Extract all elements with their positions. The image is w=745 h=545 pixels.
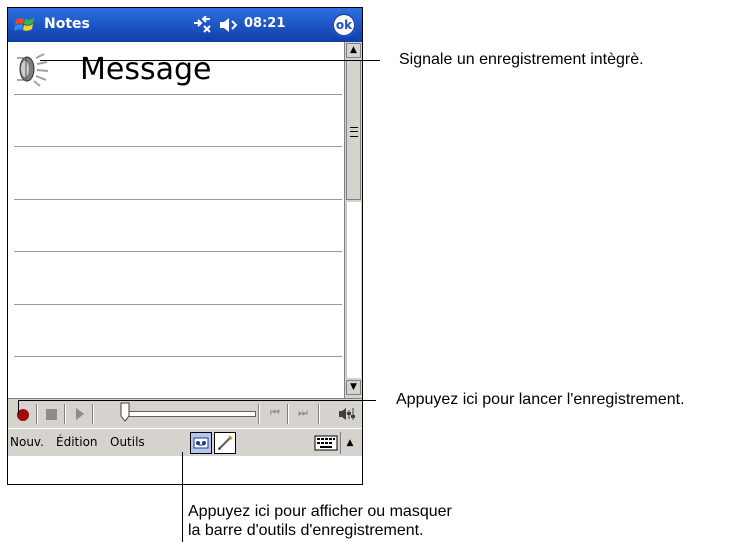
skip-forward-icon[interactable]: ⏭ — [292, 406, 314, 422]
toolbar-separator — [258, 404, 260, 424]
play-button[interactable] — [68, 403, 90, 425]
skip-back-icon[interactable]: ⏮ — [264, 406, 286, 422]
keyboard-icon[interactable] — [314, 435, 338, 451]
menu-edit[interactable]: Édition — [56, 435, 98, 449]
toolbar-separator — [318, 404, 320, 424]
callout-toggle-line2: la barre d'outils d'enregistrement. — [188, 522, 424, 539]
scroll-grip-icon — [350, 127, 358, 137]
pocketpc-screen: Notes 08:21 ok Message ▲ ▼ ⏮ ⏭ Nouv. Édi… — [7, 7, 363, 485]
callout-embedded-recording: Signale un enregistrement intègrè. — [399, 51, 644, 68]
callout-line-embedded — [40, 60, 380, 61]
menu-bar: Nouv. Édition Outils ▲ — [8, 428, 362, 456]
title-bar: Notes 08:21 ok — [8, 8, 362, 42]
callout-line-record-ext — [352, 400, 376, 401]
pen-icon — [218, 435, 233, 450]
stop-icon — [46, 409, 57, 420]
recording-toolbar-icon — [193, 437, 209, 449]
menu-new[interactable]: Nouv. — [10, 435, 44, 449]
callout-line-record — [18, 400, 19, 414]
windows-start-icon[interactable] — [13, 13, 39, 37]
volume-icon[interactable] — [218, 17, 240, 33]
stop-button[interactable] — [40, 403, 62, 425]
position-slider-track[interactable] — [124, 411, 256, 417]
speaker-icon[interactable] — [14, 52, 54, 88]
ruled-line — [14, 94, 342, 95]
position-slider-knob[interactable] — [120, 402, 130, 422]
ok-button[interactable]: ok — [332, 13, 356, 37]
toolbar-separator — [36, 404, 38, 424]
ruled-line — [14, 199, 342, 200]
menu-tools[interactable]: Outils — [110, 435, 145, 449]
scroll-down-arrow[interactable]: ▼ — [346, 380, 361, 395]
recording-toolbar-toggle[interactable] — [190, 432, 212, 454]
scroll-up-arrow[interactable]: ▲ — [346, 43, 361, 58]
recording-toolbar: ⏮ ⏭ — [8, 398, 362, 428]
ruled-line — [14, 146, 342, 147]
note-area[interactable]: Message — [8, 42, 344, 398]
ruled-line — [14, 304, 342, 305]
clock[interactable]: 08:21 — [244, 16, 285, 31]
record-button[interactable] — [12, 403, 34, 425]
callout-line-record-h — [18, 400, 352, 401]
play-icon — [76, 408, 84, 420]
vertical-scrollbar[interactable]: ▲ ▼ — [344, 42, 362, 398]
scroll-track[interactable] — [346, 202, 361, 378]
pen-button[interactable] — [214, 432, 236, 454]
connectivity-icon[interactable] — [192, 16, 214, 34]
device-bottom — [8, 456, 362, 484]
app-title: Notes — [44, 16, 90, 32]
toolbar-separator — [64, 404, 66, 424]
scroll-thumb[interactable] — [346, 60, 361, 200]
note-text[interactable]: Message — [80, 52, 211, 87]
sip-menu-arrow[interactable]: ▲ — [340, 432, 359, 454]
callout-start-recording: Appuyez ici pour lancer l'enregistrement… — [396, 391, 685, 408]
toolbar-separator — [92, 404, 94, 424]
callout-toggle-line1: Appuyez ici pour afficher ou masquer — [188, 503, 452, 520]
callout-line-toggle — [182, 452, 183, 542]
toolbar-separator — [287, 404, 289, 424]
volume-slider-icon[interactable] — [338, 405, 358, 423]
ruled-line — [14, 251, 342, 252]
ruled-line — [14, 356, 342, 357]
